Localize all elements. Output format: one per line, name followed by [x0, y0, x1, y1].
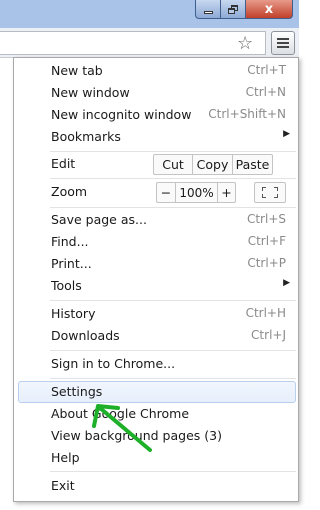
menu-item-shortcut: Ctrl+H	[245, 306, 286, 320]
menu-item-label: Exit	[51, 478, 75, 493]
menu-separator	[50, 178, 296, 179]
menu-item-label: Print...	[51, 256, 92, 271]
chrome-menu-button[interactable]	[271, 31, 295, 55]
menu-item-print[interactable]: Print... Ctrl+P	[14, 253, 298, 275]
menu-item-shortcut: Ctrl+S	[246, 212, 286, 226]
paste-button[interactable]: Paste	[232, 155, 272, 174]
menu-separator	[50, 300, 296, 301]
menu-item-history[interactable]: History Ctrl+H	[14, 303, 298, 325]
menu-item-label: New window	[51, 85, 130, 100]
menu-item-label: Zoom	[51, 184, 88, 199]
menu-item-tools[interactable]: Tools ▶	[14, 275, 298, 297]
menu-item-shortcut: Ctrl+N	[245, 85, 286, 99]
menu-item-label: Settings	[51, 384, 103, 399]
window-title-bar: x	[0, 0, 299, 28]
close-icon: x	[264, 1, 274, 17]
menu-item-new-window[interactable]: New window Ctrl+N	[14, 82, 298, 104]
menu-item-label: New incognito window	[51, 107, 192, 122]
menu-item-exit[interactable]: Exit	[14, 475, 298, 497]
menu-separator	[50, 207, 296, 208]
menu-item-label: Downloads	[51, 328, 120, 343]
submenu-arrow-icon: ▶	[283, 129, 290, 139]
menu-item-shortcut: Ctrl+J	[251, 328, 286, 342]
menu-item-shortcut: Ctrl+T	[247, 63, 286, 77]
restore-icon	[228, 4, 238, 14]
menu-item-bookmarks[interactable]: Bookmarks ▶	[14, 126, 298, 148]
address-bar[interactable]: ☆	[0, 31, 266, 55]
star-icon[interactable]: ☆	[237, 34, 253, 54]
menu-item-label: Sign in to Chrome...	[51, 356, 176, 371]
close-button[interactable]: x	[246, 0, 293, 19]
menu-item-edit: Edit Cut Copy Paste	[14, 153, 298, 175]
menu-item-save-page[interactable]: Save page as... Ctrl+S	[14, 209, 298, 231]
copy-button[interactable]: Copy	[192, 155, 232, 174]
hamburger-menu-icon	[277, 38, 289, 40]
menu-separator	[50, 471, 296, 472]
fullscreen-button[interactable]	[254, 182, 286, 203]
menu-item-label: Find...	[51, 234, 89, 249]
menu-separator	[50, 350, 296, 351]
annotation-arrow-icon	[92, 404, 152, 452]
menu-item-sign-in[interactable]: Sign in to Chrome...	[14, 353, 298, 375]
menu-item-shortcut: Ctrl+F	[247, 234, 286, 248]
zoom-controls: − 100% +	[156, 182, 236, 203]
zoom-level: 100%	[175, 183, 217, 202]
menu-item-find[interactable]: Find... Ctrl+F	[14, 231, 298, 253]
menu-item-shortcut: Ctrl+Shift+N	[208, 107, 286, 121]
menu-item-downloads[interactable]: Downloads Ctrl+J	[14, 325, 298, 347]
menu-item-label: Help	[51, 450, 80, 465]
menu-item-zoom: Zoom − 100% +	[14, 181, 298, 203]
menu-item-new-incognito-window[interactable]: New incognito window Ctrl+Shift+N	[14, 104, 298, 126]
menu-item-new-tab[interactable]: New tab Ctrl+T	[14, 60, 298, 82]
menu-item-label: Tools	[51, 278, 82, 293]
menu-item-label: Edit	[51, 156, 76, 171]
maximize-button[interactable]	[221, 0, 246, 19]
submenu-arrow-icon: ▶	[283, 278, 290, 288]
cut-button[interactable]: Cut	[154, 155, 192, 174]
menu-separator	[50, 151, 296, 152]
menu-item-label: Bookmarks	[51, 129, 121, 144]
menu-separator	[50, 378, 296, 379]
browser-toolbar: ☆	[0, 28, 299, 58]
edit-button-group: Cut Copy Paste	[153, 154, 273, 175]
menu-item-label: Save page as...	[51, 212, 147, 227]
zoom-in-button[interactable]: +	[217, 183, 235, 202]
zoom-out-button[interactable]: −	[157, 183, 175, 202]
menu-item-label: New tab	[51, 63, 103, 78]
minimize-icon	[203, 10, 213, 14]
minimize-button[interactable]	[195, 0, 221, 19]
menu-item-shortcut: Ctrl+P	[247, 256, 286, 270]
menu-item-label: History	[51, 306, 96, 321]
